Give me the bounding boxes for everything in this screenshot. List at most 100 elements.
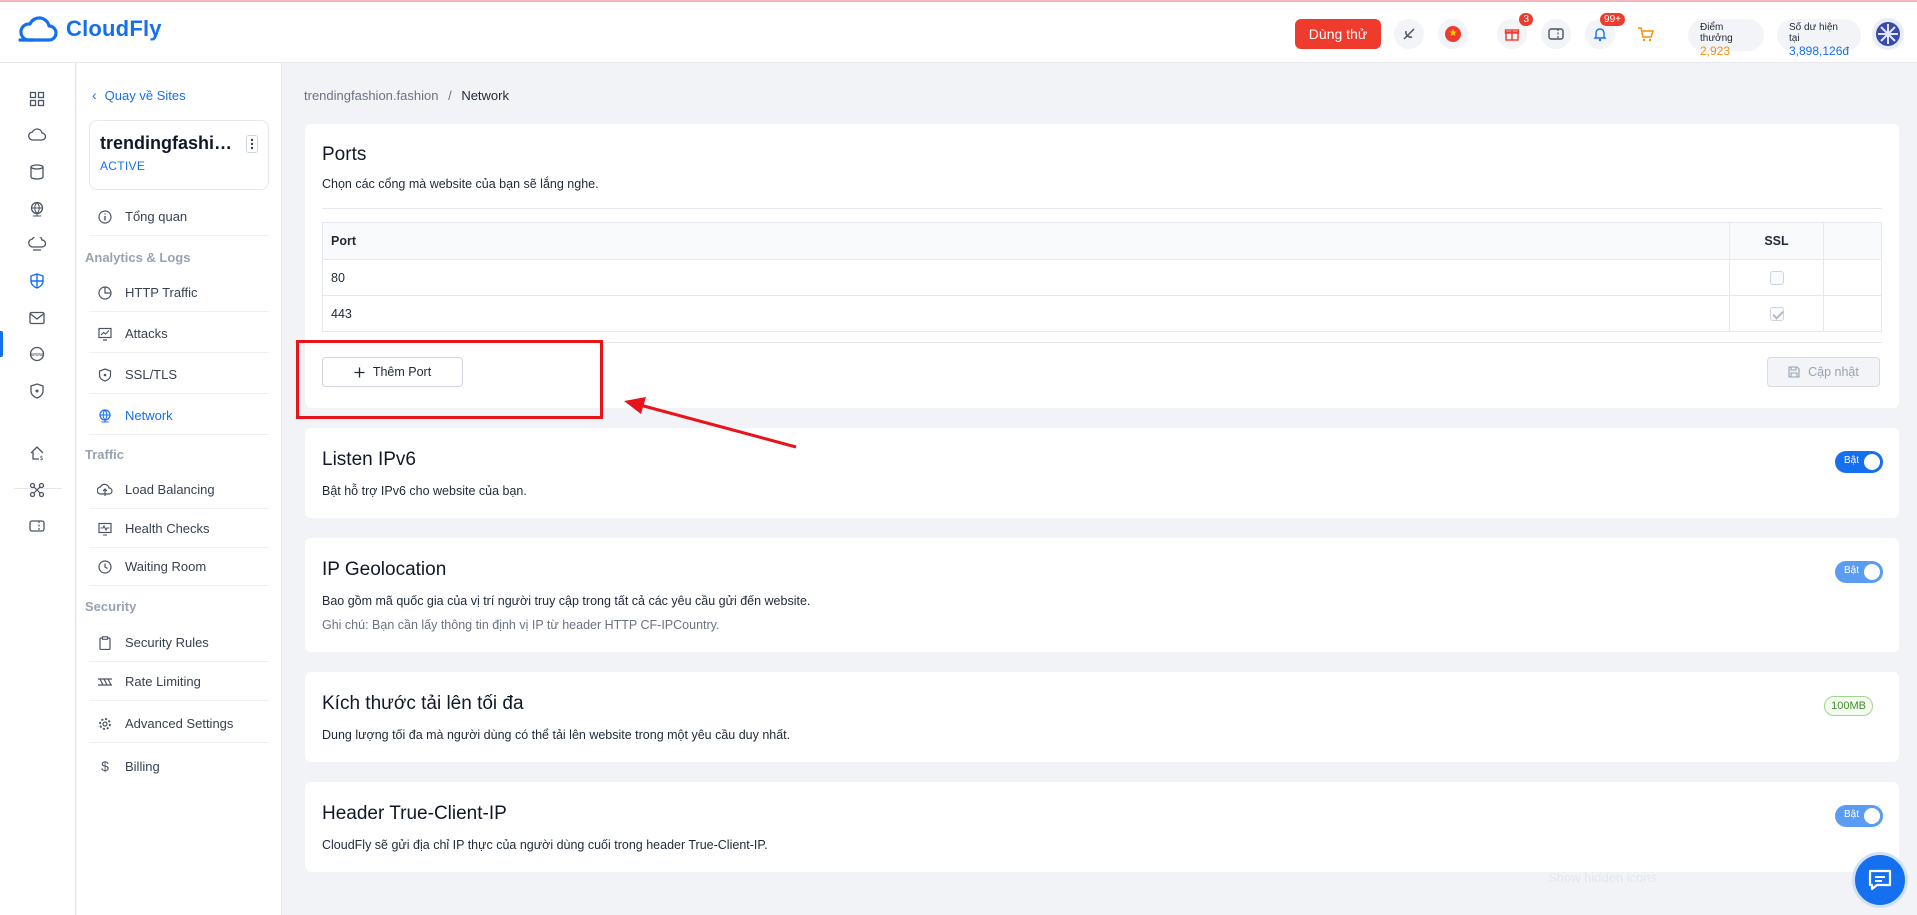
table-header-row: Port SSL <box>322 222 1882 260</box>
ssl-checkbox[interactable] <box>1769 270 1784 285</box>
sidebar-item-label: Security Rules <box>125 635 209 650</box>
max-upload-card: Kích thước tải lên tối đa Dung lượng tối… <box>305 672 1899 762</box>
chat-icon <box>1868 869 1892 891</box>
ssl-cell <box>1729 259 1824 296</box>
affiliate-icon[interactable] <box>24 477 50 503</box>
home-dollar-icon[interactable]: $ <box>24 440 50 466</box>
port-cell: 443 <box>331 306 352 321</box>
avatar[interactable] <box>1872 18 1904 50</box>
icon-rail: www $ <box>0 63 76 915</box>
www-icon[interactable]: www <box>24 341 50 367</box>
cloud-storage-icon[interactable] <box>24 232 50 258</box>
ports-description: Chọn các cổng mà website của bạn sẽ lắng… <box>322 177 599 191</box>
sidebar-item-waiting-room[interactable]: Waiting Room <box>89 548 269 586</box>
dark-mode-icon[interactable] <box>1394 19 1424 49</box>
true-client-ip-description: CloudFly sẽ gửi địa chỉ IP thực của ngườ… <box>322 838 768 852</box>
section-security-title: Security <box>85 599 137 614</box>
sidebar-item-security-rules[interactable]: Security Rules <box>89 624 269 662</box>
gift-badge: 3 <box>1519 13 1533 26</box>
cloud-icon[interactable] <box>24 122 50 148</box>
balance-label: Số dư hiện tại <box>1789 22 1838 44</box>
back-to-sites-label: Quay về Sites <box>104 87 186 103</box>
sidebar-item-label: Billing <box>125 758 160 774</box>
table-row: 80 <box>322 259 1882 296</box>
site-sidebar: ‹ Quay về Sites trendingfashion.fashion … <box>77 63 282 915</box>
gift-icon[interactable]: 3 <box>1497 13 1533 49</box>
info-icon <box>97 209 113 225</box>
geolocation-card: IP Geolocation Bao gồm mã quốc gia của v… <box>305 538 1899 652</box>
top-bar: CloudFly Dùng thử ★ 3 99+ Điểm thưởng 2,… <box>0 0 1917 63</box>
dashboard-icon[interactable] <box>24 86 50 112</box>
geolocation-title: IP Geolocation <box>322 559 447 580</box>
monitor-pulse-icon <box>97 521 113 537</box>
voucher-icon[interactable] <box>24 513 50 539</box>
sidebar-item-network[interactable]: Network <box>89 397 269 435</box>
sidebar-item-rate-limiting[interactable]: Rate Limiting <box>89 663 269 701</box>
back-to-sites-link[interactable]: ‹ Quay về Sites <box>92 87 186 103</box>
balance-widget[interactable]: Số dư hiện tại 3,898,126đ <box>1777 19 1861 58</box>
trial-button[interactable]: Dùng thử <box>1295 19 1381 49</box>
section-traffic-title: Traffic <box>85 447 125 462</box>
sidebar-item-label: Load Balancing <box>125 482 215 497</box>
bell-icon[interactable]: 99+ <box>1585 13 1625 49</box>
breadcrumb-site-link[interactable]: trendingfashion.fashion <box>304 88 438 103</box>
sidebar-item-overview[interactable]: Tổng quan <box>89 198 269 236</box>
globe-network-icon[interactable] <box>24 196 50 222</box>
chat-support-button[interactable] <box>1852 852 1908 908</box>
sidebar-item-http-traffic[interactable]: HTTP Traffic <box>89 274 269 312</box>
brand-logo[interactable]: CloudFly <box>18 16 162 42</box>
dollar-icon: $ <box>101 758 109 774</box>
sidebar-item-attacks[interactable]: Attacks <box>89 315 269 353</box>
notification-badge: 99+ <box>1600 13 1625 26</box>
ticket-icon[interactable] <box>1541 19 1571 49</box>
sidebar-item-billing[interactable]: $ Billing <box>89 747 269 785</box>
sidebar-item-label: Network <box>125 408 173 423</box>
sidebar-item-label: Rate Limiting <box>125 674 201 689</box>
update-button[interactable]: Cập nhật <box>1767 357 1880 387</box>
true-client-ip-title: Header True-Client-IP <box>322 803 507 824</box>
sidebar-item-ssl-tls[interactable]: SSL/TLS <box>89 356 269 394</box>
breadcrumb-current: Network <box>461 88 509 103</box>
toggle-knob <box>1864 808 1880 824</box>
cart-icon[interactable] <box>1631 19 1661 49</box>
clock-icon <box>97 559 113 575</box>
shield-lock-icon <box>97 367 113 383</box>
sidebar-item-load-balancing[interactable]: Load Balancing <box>89 471 269 509</box>
column-header-actions <box>1823 222 1882 260</box>
ipv6-toggle[interactable]: Bật <box>1835 451 1883 473</box>
geolocation-description: Bao gồm mã quốc gia của vị trí người tru… <box>322 594 811 608</box>
rail-active-indicator <box>0 331 3 357</box>
security-shield-icon[interactable] <box>24 378 50 404</box>
pie-chart-icon <box>97 285 113 301</box>
database-icon[interactable] <box>24 159 50 185</box>
site-name: trendingfashion.fashion <box>100 133 240 153</box>
points-value: 2,923 <box>1700 44 1731 58</box>
toggle-knob <box>1864 564 1880 580</box>
cloud-upload-icon <box>97 482 113 498</box>
language-flag-icon[interactable]: ★ <box>1438 19 1468 49</box>
breadcrumb: trendingfashion.fashion / Network <box>304 88 509 103</box>
annotation-highlight-box <box>296 340 603 419</box>
mail-icon[interactable] <box>24 305 50 331</box>
toggle-label: Bật <box>1844 455 1860 466</box>
clipboard-icon <box>97 635 113 651</box>
points-widget[interactable]: Điểm thưởng 2,923 <box>1688 19 1764 58</box>
max-upload-value-badge[interactable]: 100MB <box>1824 696 1873 716</box>
ssl-checkbox[interactable] <box>1769 306 1784 321</box>
ports-title: Ports <box>322 144 367 165</box>
ipv6-title: Listen IPv6 <box>322 449 416 470</box>
true-client-ip-card: Header True-Client-IP CloudFly sẽ gửi đị… <box>305 782 1899 872</box>
true-client-ip-toggle[interactable]: Bật <box>1835 805 1883 827</box>
sidebar-item-health-checks[interactable]: Health Checks <box>89 510 269 548</box>
ipv6-card: Listen IPv6 Bật hỗ trợ IPv6 cho website … <box>305 428 1899 518</box>
kebab-menu-icon[interactable] <box>246 135 258 153</box>
ipv6-description: Bật hỗ trợ IPv6 cho website của bạn. <box>322 484 527 498</box>
geolocation-toggle[interactable]: Bật <box>1835 561 1883 583</box>
sidebar-item-label: HTTP Traffic <box>125 285 198 300</box>
actions-cell <box>1823 295 1882 332</box>
gear-icon <box>97 716 113 732</box>
svg-text:$: $ <box>40 455 44 461</box>
sidebar-item-label: SSL/TLS <box>125 367 178 382</box>
sidebar-item-advanced-settings[interactable]: Advanced Settings <box>89 705 269 743</box>
cdn-shield-icon[interactable] <box>24 268 50 294</box>
